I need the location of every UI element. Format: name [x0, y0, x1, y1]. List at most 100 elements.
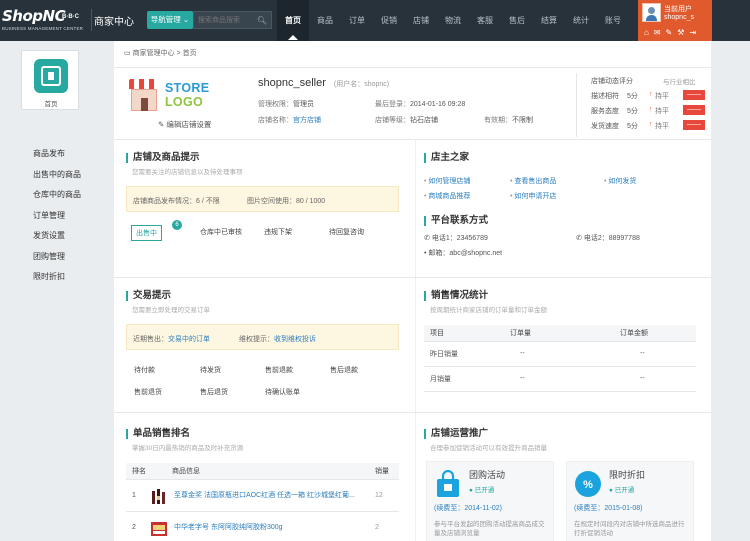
wrench-icon[interactable]: ⚒: [677, 28, 684, 37]
logout-icon[interactable]: ⇥: [689, 28, 696, 37]
nav-item-orders[interactable]: 订单: [341, 0, 373, 41]
owner-link[interactable]: 如何发货: [604, 176, 636, 186]
violation-button[interactable]: 违规下架: [264, 227, 292, 237]
column-divider: [415, 139, 416, 541]
nav-item-stats[interactable]: 统计: [565, 0, 597, 41]
rating-compare-value: 持平: [655, 123, 669, 130]
home-icon[interactable]: ⌂: [644, 28, 649, 37]
shopping-bag-icon: [437, 470, 459, 497]
binoculars-icon[interactable]: 🔍︎: [257, 16, 267, 25]
home-tile-label: 首页: [44, 101, 58, 108]
user-icons: ⌂ ✉ ✎ ⚒ ⇥: [644, 28, 696, 37]
store-level-label: 店铺等级：: [375, 117, 410, 124]
nav-item-store[interactable]: 店铺: [405, 0, 437, 41]
breadcrumb-current: 首页: [182, 50, 197, 57]
rights-link[interactable]: 收到维权投诉: [274, 336, 316, 343]
sidebar-item-publish[interactable]: 商品发布: [33, 148, 81, 169]
user-name[interactable]: shopnc_s: [664, 14, 694, 21]
trade-tips-subtitle: 您需要立即处理的交易订单: [132, 307, 210, 314]
trade-item[interactable]: 售前退款: [265, 365, 293, 375]
store-name-label: 店铺名称：: [258, 117, 293, 124]
trade-item[interactable]: 待确认账单: [265, 387, 300, 397]
discount-expiry[interactable]: (续费至：2015-01-08): [574, 503, 642, 513]
owner-link[interactable]: 查看售出商品: [510, 176, 556, 186]
search-box: 🔍︎: [193, 11, 272, 29]
owner-link[interactable]: 商城商品推荐: [424, 191, 470, 201]
nav-item-home[interactable]: 首页: [277, 0, 309, 41]
store-name-value[interactable]: 官方店铺: [293, 117, 321, 124]
discount-card[interactable]: % 限时折扣 ● 已开通 (续费至：2015-01-08) 在规定时间段内对店铺…: [566, 461, 694, 541]
shopnc-logo[interactable]: ShopNC B·B·C BUSINESS MANAGEMENT CENTER: [0, 2, 92, 38]
sidebar-item-shipping[interactable]: 发货设置: [33, 230, 81, 251]
trade-item[interactable]: 待付款: [134, 365, 155, 375]
table-row: 昨日销量 -- --: [424, 341, 696, 367]
nav-item-account[interactable]: 账号: [597, 0, 629, 41]
rating-bar: ——: [683, 90, 705, 100]
rights-label: 维权提示：: [239, 336, 274, 343]
chevron-down-icon: ⌄: [182, 15, 190, 24]
recent-sold-label: 近期售出：: [133, 336, 168, 343]
rights-tip: 维权提示：收到维权投诉: [239, 334, 316, 344]
owner-link[interactable]: 如何申请开店: [510, 191, 556, 201]
home-tile[interactable]: 首页: [21, 50, 79, 110]
edit-store-link[interactable]: ✎ 编辑店铺设置: [158, 119, 211, 130]
on-sale-count-badge: 6: [172, 220, 182, 230]
monitor-icon: ▭: [124, 50, 131, 57]
groupbuy-card[interactable]: 团购活动 ● 已开通 (续费至：2014-11-02) 参与平台发起的团购活动提…: [426, 461, 554, 541]
table-header-row: 项目 订单量 订单金额: [424, 325, 696, 342]
trade-item[interactable]: 售前退货: [134, 387, 162, 397]
logo-subtitle: BUSINESS MANAGEMENT CENTER: [2, 26, 84, 31]
nav-item-promotion[interactable]: 促销: [373, 0, 405, 41]
table-cell: 月销量: [424, 366, 504, 392]
right-gutter: [711, 41, 750, 541]
trade-item[interactable]: 售后退货: [200, 387, 228, 397]
breadcrumb-sep: >: [176, 50, 181, 57]
section-divider: [114, 412, 711, 413]
valid-label: 有效期：: [484, 117, 512, 124]
contact-title: 平台联系方式: [424, 216, 488, 226]
topbar-divider: [91, 9, 92, 31]
groupbuy-name: 团购活动: [469, 470, 506, 480]
sales-stats-title: 销售情况统计: [424, 291, 488, 301]
groupbuy-expiry[interactable]: (续费至：2014-11-02): [434, 503, 502, 513]
settings-icon[interactable]: ✎: [666, 28, 673, 37]
sidebar-item-on-sale[interactable]: 出售中的商品: [33, 169, 81, 190]
nav-item-service[interactable]: 客服: [469, 0, 501, 41]
ejiao-product-image[interactable]: [150, 519, 168, 537]
sidebar-item-discount[interactable]: 限时折扣: [33, 271, 81, 292]
email-icon: •: [424, 250, 427, 257]
warehouse-approved-button[interactable]: 仓库中已审核: [200, 227, 242, 237]
avatar[interactable]: [642, 3, 661, 22]
sidebar-item-groupbuy[interactable]: 团购管理: [33, 251, 81, 272]
rating-score: 5分: [627, 108, 638, 115]
nav-item-logistics[interactable]: 物流: [437, 0, 469, 41]
search-input[interactable]: [194, 12, 256, 28]
breadcrumb-root[interactable]: 商家管理中心: [133, 50, 175, 57]
sidebar-item-warehouse[interactable]: 仓库中的商品: [33, 189, 81, 210]
sidebar-item-orders[interactable]: 订单管理: [33, 210, 81, 231]
nav-manage-button[interactable]: 导航管理 ⌄: [147, 11, 193, 29]
wine-product-image[interactable]: [150, 487, 168, 505]
store-tips-title: 店铺及商品提示: [126, 153, 200, 163]
phone-icon: ✆: [576, 235, 582, 242]
product-link[interactable]: 中华老字号 东阿阿胶纯阿胶粉300g: [166, 511, 369, 541]
nav-item-aftersale[interactable]: 售后: [501, 0, 533, 41]
owner-link[interactable]: 如何管理店铺: [424, 176, 470, 186]
product-link[interactable]: 至尊金奖 法国原瓶进口AOC红酒 任选一箱 红沙城堡红葡...: [166, 479, 369, 512]
nav-item-goods[interactable]: 商品: [309, 0, 341, 41]
rating-compare-value: 持平: [655, 93, 669, 100]
nav-item-settlement[interactable]: 结算: [533, 0, 565, 41]
table-cell: --: [504, 341, 614, 367]
perm-label: 管理权限：: [258, 101, 293, 108]
promotion-subtitle: 合理参加促销活动可以有效提升商品销量: [430, 445, 547, 452]
shop-icon: [131, 89, 157, 111]
on-sale-button[interactable]: 出售中 6: [131, 220, 182, 241]
trade-item[interactable]: 待发货: [200, 365, 221, 375]
trade-item[interactable]: 售后退款: [330, 365, 358, 375]
mail-icon[interactable]: ✉: [654, 28, 661, 37]
col-sales: 销量: [369, 463, 399, 480]
edit-store-label: 编辑店铺设置: [166, 120, 212, 129]
pending-consult-button[interactable]: 待回复咨询: [329, 227, 364, 237]
recent-orders-link[interactable]: 交易中的订单: [168, 336, 210, 343]
groupbuy-desc: 参与平台发起的团购活动提高商品成交量及店铺浏览量: [434, 521, 545, 537]
